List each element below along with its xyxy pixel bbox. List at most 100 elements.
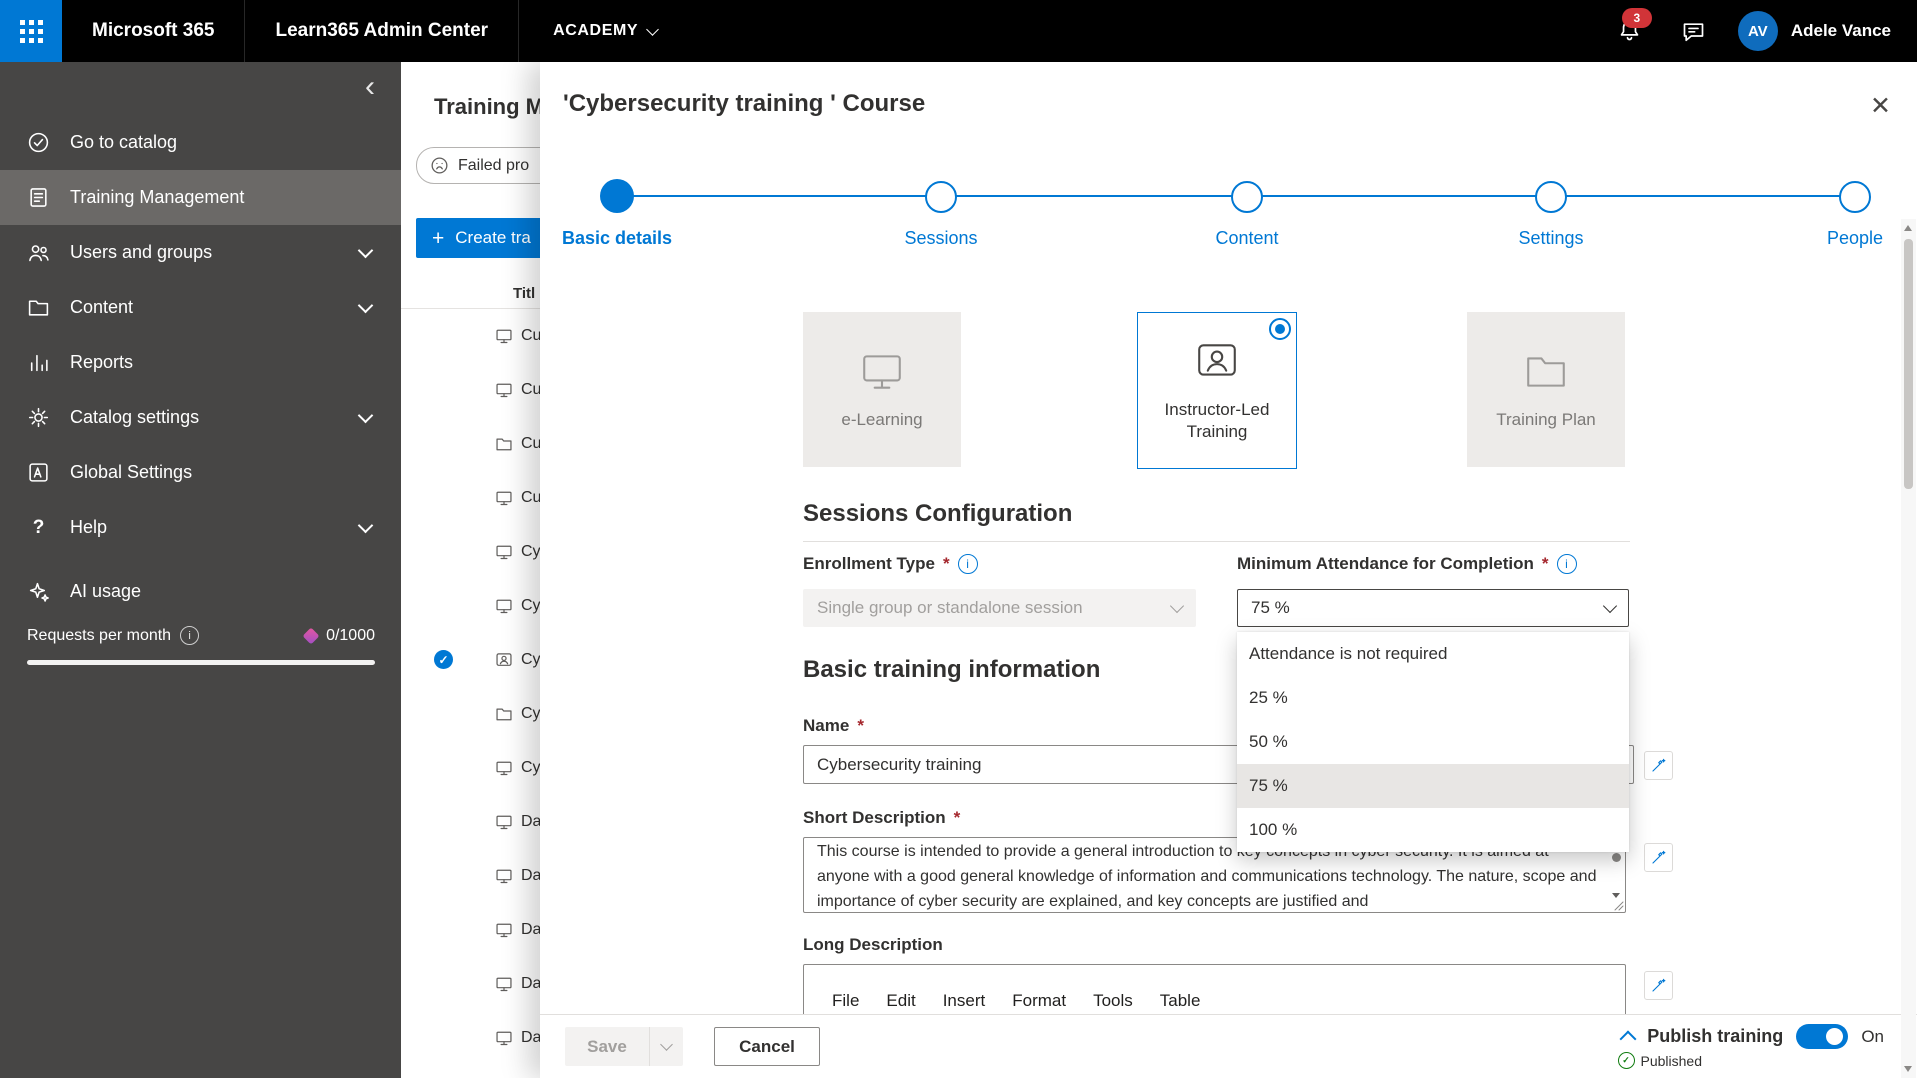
name-value: Cybersecurity training xyxy=(817,754,982,774)
ai-assist-name-button[interactable] xyxy=(1644,751,1673,780)
editor-menu-table[interactable]: Table xyxy=(1160,991,1201,1011)
training-row[interactable]: Cu xyxy=(401,471,540,525)
step-sessions[interactable]: Sessions xyxy=(861,179,1021,249)
notifications-button[interactable]: 3 xyxy=(1598,0,1662,62)
required-mark: * xyxy=(953,808,961,827)
attendance-option-attendance-is-not-required[interactable]: Attendance is not required xyxy=(1237,632,1629,676)
ai-assist-long-description-button[interactable] xyxy=(1644,971,1673,1000)
ai-assist-short-description-button[interactable] xyxy=(1644,843,1673,872)
save-split-button[interactable]: Save xyxy=(565,1027,683,1066)
chevron-down-icon xyxy=(646,22,660,36)
editor-menu-tools[interactable]: Tools xyxy=(1093,991,1133,1011)
course-type-instructor-led-training[interactable]: Instructor-Led Training xyxy=(1137,312,1297,469)
training-row[interactable]: Cy xyxy=(401,579,540,633)
min-attendance-select[interactable]: 75 % xyxy=(1237,589,1629,627)
sidebar-item-users-and-groups[interactable]: Users and groups xyxy=(0,225,401,280)
attendance-option-75[interactable]: 75 % xyxy=(1237,764,1629,808)
editor-menubar: File Edit Insert Format Tools Table xyxy=(832,991,1200,1011)
training-row[interactable]: Cu xyxy=(401,417,540,471)
topbar-actions: 3 AV Adele Vance xyxy=(1598,0,1917,62)
requests-progress-bar xyxy=(27,660,375,665)
microsoft-365-link[interactable]: Microsoft 365 xyxy=(62,20,244,42)
editor-menu-edit[interactable]: Edit xyxy=(886,991,915,1011)
info-icon[interactable]: i xyxy=(957,554,978,574)
monitor-icon xyxy=(496,869,512,884)
info-icon[interactable]: i xyxy=(1556,554,1577,574)
close-icon[interactable]: ✕ xyxy=(1870,94,1891,119)
folder-icon xyxy=(1527,357,1565,387)
attendance-option-100[interactable]: 100 % xyxy=(1237,808,1629,852)
training-row-label: Da xyxy=(521,813,540,830)
attendance-option-25[interactable]: 25 % xyxy=(1237,676,1629,720)
scroll-thumb[interactable] xyxy=(1612,853,1621,862)
step-settings[interactable]: Settings xyxy=(1471,179,1631,249)
training-row[interactable]: Cy xyxy=(401,741,540,795)
sidebar-item-help[interactable]: ? Help xyxy=(0,500,401,555)
training-row[interactable]: Cy xyxy=(401,687,540,741)
training-row[interactable]: Cu xyxy=(401,363,540,417)
training-row[interactable]: Cy xyxy=(401,525,540,579)
sidebar-item-go-to-catalog[interactable]: Go to catalog xyxy=(0,115,401,170)
publish-toggle[interactable] xyxy=(1796,1024,1849,1049)
training-row[interactable]: ✓ Cy xyxy=(401,633,540,687)
avatar: AV xyxy=(1737,11,1778,51)
step-basic-details[interactable]: Basic details xyxy=(540,179,697,249)
scroll-down-icon[interactable] xyxy=(1612,893,1620,898)
account-menu[interactable]: AV Adele Vance xyxy=(1726,11,1917,51)
info-icon[interactable]: i xyxy=(180,626,200,645)
failed-processing-filter[interactable]: Failed pro xyxy=(416,147,540,184)
create-training-button[interactable]: + Create tra xyxy=(416,218,540,258)
cancel-button[interactable]: Cancel xyxy=(714,1027,820,1066)
help-icon: ? xyxy=(32,516,45,538)
editor-menu-file[interactable]: File xyxy=(832,991,859,1011)
step-content[interactable]: Content xyxy=(1167,179,1327,249)
admin-center-title[interactable]: Learn365 Admin Center xyxy=(245,20,518,42)
training-row-label: Cu xyxy=(521,435,540,452)
save-button[interactable]: Save xyxy=(565,1027,649,1066)
scrollbar-thumb[interactable] xyxy=(1904,239,1913,489)
resize-grip-icon[interactable] xyxy=(1612,899,1624,911)
training-row[interactable]: Da xyxy=(401,957,540,1011)
folder-icon xyxy=(496,438,512,451)
scroll-up-icon[interactable] xyxy=(1904,225,1912,231)
attendance-option-50[interactable]: 50 % xyxy=(1237,720,1629,764)
magic-wand-icon xyxy=(1652,850,1666,864)
sidebar-item-reports[interactable]: Reports xyxy=(0,335,401,390)
training-list-panel: Training M Failed pro + Create tra Titl … xyxy=(401,62,540,1078)
title-column-header[interactable]: Titl xyxy=(401,281,540,309)
chevron-up-icon[interactable] xyxy=(1619,1030,1637,1048)
feedback-button[interactable] xyxy=(1662,0,1726,62)
enrollment-type-select[interactable]: Single group or standalone session xyxy=(803,589,1196,627)
training-row[interactable]: Da xyxy=(401,849,540,903)
scroll-down-icon[interactable] xyxy=(1904,1066,1912,1072)
step-people[interactable]: People xyxy=(1775,179,1917,249)
training-row[interactable]: Da xyxy=(401,903,540,957)
editor-menu-format[interactable]: Format xyxy=(1012,991,1066,1011)
app-launcher-button[interactable] xyxy=(0,0,62,62)
training-rows: Cu Cu Cu Cu Cy Cy ✓ Cy Cy Cy Da Da Da Da Da xyxy=(401,309,540,1065)
course-type-label: Instructor-Led Training xyxy=(1164,399,1270,441)
course-type-training-plan[interactable]: Training Plan xyxy=(1467,312,1625,467)
long-description-text: Long Description xyxy=(803,935,943,954)
course-type-e-learning[interactable]: e-Learning xyxy=(803,312,961,467)
sidebar-item-catalog-settings[interactable]: Catalog settings xyxy=(0,390,401,445)
notification-badge: 3 xyxy=(1621,8,1652,28)
step-circle xyxy=(1839,181,1871,213)
org-dropdown[interactable]: ACADEMY xyxy=(519,22,691,40)
topbar: Microsoft 365 Learn365 Admin Center ACAD… xyxy=(0,0,1917,62)
training-row[interactable]: Da xyxy=(401,795,540,849)
instructor-icon xyxy=(496,653,512,666)
min-attendance-text: Minimum Attendance for Completion xyxy=(1237,554,1534,573)
training-row[interactable]: Cu xyxy=(401,309,540,363)
vertical-scrollbar[interactable] xyxy=(1901,219,1916,1078)
sidebar: ‹ Go to catalog Training Management Users … xyxy=(0,62,401,1078)
requests-value: 0/1000 xyxy=(326,626,375,644)
sidebar-item-global-settings[interactable]: Global Settings xyxy=(0,445,401,500)
sidebar-item-ai-usage[interactable]: AI usage xyxy=(0,564,401,619)
editor-menu-insert[interactable]: Insert xyxy=(943,991,986,1011)
sidebar-item-training-management[interactable]: Training Management xyxy=(0,170,401,225)
save-menu-button[interactable] xyxy=(649,1027,683,1066)
sidebar-item-content[interactable]: Content xyxy=(0,280,401,335)
training-row[interactable]: Da xyxy=(401,1011,540,1065)
collapse-sidebar-button[interactable]: ‹ xyxy=(365,72,375,102)
